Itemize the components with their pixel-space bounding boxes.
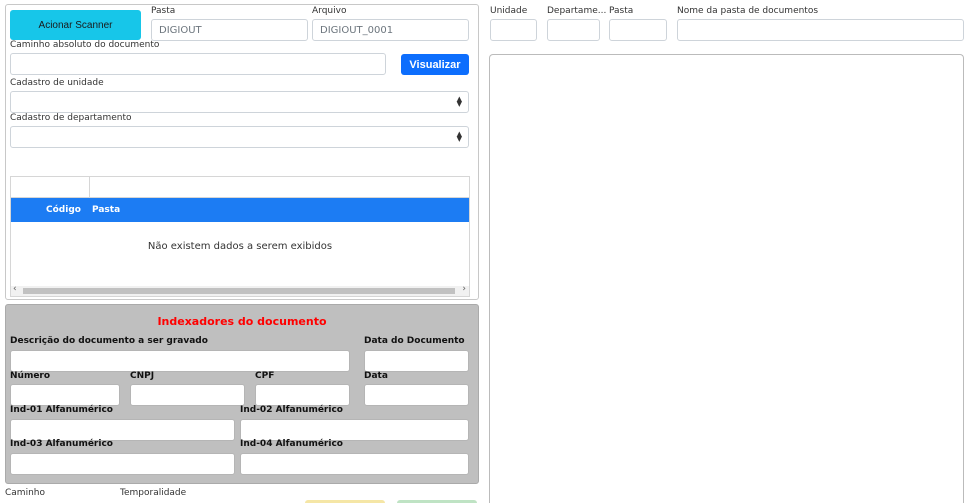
data-documento-input[interactable] [364,350,469,372]
scroll-left-icon[interactable]: ‹ [13,284,17,294]
caminho-label: Caminho [5,488,45,498]
cnpj-input[interactable] [130,384,245,406]
cpf-label: CPF [255,371,275,381]
temporalidade-label: Temporalidade [120,488,187,498]
visualizar-button[interactable]: Visualizar [401,54,469,75]
nome-pasta-label: Nome da pasta de documentos [677,6,819,16]
grid-empty-message: Não existem dados a serem exibidos [147,241,333,252]
numero-input[interactable] [10,384,120,406]
caminho-absoluto-label: Caminho absoluto do documento [10,40,160,50]
ind01-label: Ind-01 Alfanumérico [10,405,113,415]
ind03-label: Ind-03 Alfanumérico [10,439,113,449]
nome-pasta-input[interactable] [677,19,964,41]
ind04-label: Ind-04 Alfanumérico [240,439,343,449]
ind03-input[interactable] [10,453,235,475]
grid-filter-row[interactable] [11,177,469,198]
cnpj-label: CNPJ [130,371,155,381]
ind01-input[interactable] [10,419,235,441]
data-documento-label: Data do Documento [364,336,465,346]
indexadores-panel: Indexadores do documento Descrição do do… [5,304,479,484]
document-viewer[interactable] [489,54,964,503]
numero-label: Número [10,371,51,381]
arquivo-label: Arquivo [312,6,347,16]
cpf-input[interactable] [255,384,350,406]
grid-horizontal-scrollbar[interactable]: ‹ › [11,284,469,296]
cadastro-unidade-label: Cadastro de unidade [10,78,104,88]
ind02-label: Ind-02 Alfanumérico [240,405,343,415]
pasta-right-label: Pasta [609,6,634,16]
departamento-input[interactable] [547,19,600,41]
select-caret-icon: ▲ ▼ [456,95,462,108]
indexadores-title: Indexadores do documento [157,315,327,328]
unidade-input[interactable] [490,19,537,41]
pasta-input[interactable]: DIGIOUT [151,19,308,41]
descricao-label: Descrição do documento a ser gravado [10,336,208,346]
departamento-label: Departame... [547,6,607,16]
data-label: Data [364,371,388,381]
scanner-button[interactable]: Acionar Scanner [10,10,141,40]
ind02-input[interactable] [240,419,469,441]
pastas-grid: Código Pasta Não existem dados a serem e… [10,176,470,297]
scroll-right-icon[interactable]: › [462,284,466,294]
unidade-label: Unidade [490,6,528,16]
cadastro-departamento-label: Cadastro de departamento [10,113,132,123]
cadastro-unidade-select[interactable]: ▲ ▼ [10,91,469,113]
grid-col-codigo[interactable]: Código [46,205,81,215]
pasta-label: Pasta [151,6,176,16]
caminho-absoluto-input[interactable] [10,53,386,75]
cadastro-departamento-select[interactable]: ▲ ▼ [10,126,469,148]
grid-col-pasta[interactable]: Pasta [92,205,120,215]
ind04-input[interactable] [240,453,469,475]
scrollbar-thumb[interactable] [23,288,455,294]
data-input[interactable] [364,384,469,406]
descricao-input[interactable] [10,350,350,372]
pasta-right-input[interactable] [609,19,667,41]
select-caret-icon: ▲ ▼ [456,130,462,143]
arquivo-input[interactable]: DIGIOUT_0001 [312,19,469,41]
grid-header: Código Pasta [11,198,469,222]
